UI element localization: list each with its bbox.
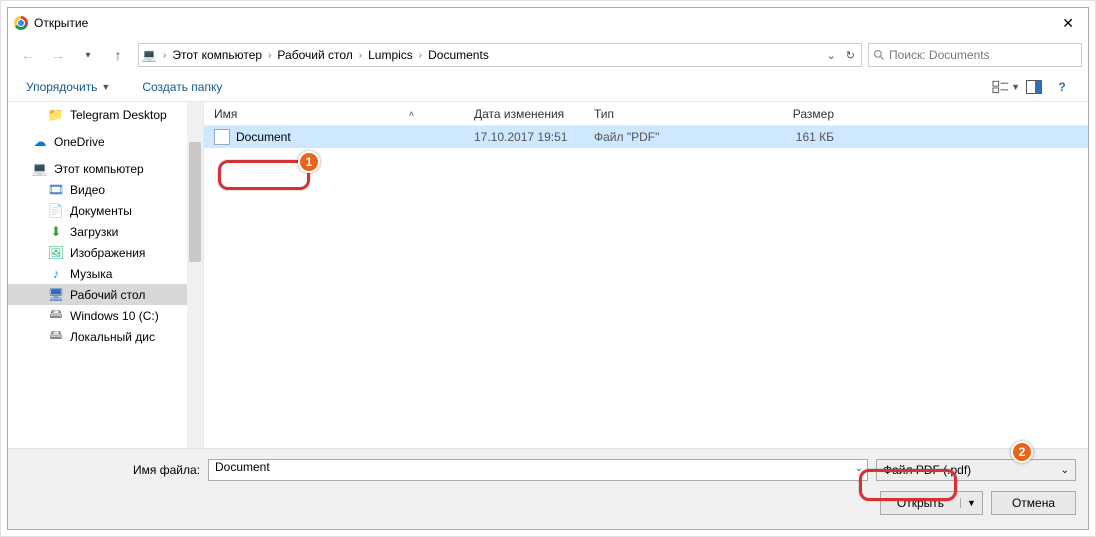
drive-icon: 🖴 bbox=[48, 329, 64, 345]
tree-item[interactable]: 📁Telegram Desktop bbox=[8, 104, 203, 125]
document-icon: 📄 bbox=[48, 203, 64, 219]
col-size[interactable]: Размер bbox=[724, 107, 844, 121]
desktop-icon: 🖥 bbox=[48, 287, 64, 303]
main-area: 📁Telegram Desktop ☁OneDrive 💻Этот компью… bbox=[8, 102, 1088, 448]
pc-icon: 💻 bbox=[32, 161, 48, 177]
bottom-panel: Имя файла: Document ⌄ Файл PDF (.pdf) ⌄ … bbox=[8, 448, 1088, 529]
file-date: 17.10.2017 19:51 bbox=[464, 130, 584, 144]
download-icon: ⬇ bbox=[48, 224, 64, 240]
up-button[interactable]: ↑ bbox=[104, 42, 132, 68]
tree-item-desktop[interactable]: 🖥Рабочий стол bbox=[8, 284, 203, 305]
chrome-icon bbox=[14, 16, 28, 30]
chevron-right-icon: › bbox=[355, 50, 366, 61]
pc-icon: 💻 bbox=[139, 48, 159, 62]
chevron-down-icon: ⌄ bbox=[1061, 465, 1069, 476]
refresh-icon[interactable]: ↻ bbox=[846, 49, 855, 62]
open-split-dropdown[interactable]: ▼ bbox=[960, 498, 982, 508]
tree-item[interactable]: ♪Музыка bbox=[8, 263, 203, 284]
tree-item[interactable]: 🖼Изображения bbox=[8, 242, 203, 263]
folder-icon: 📁 bbox=[48, 107, 64, 123]
new-folder-button[interactable]: Создать папку bbox=[136, 76, 228, 98]
chevron-down-icon[interactable]: ⌄ bbox=[855, 463, 863, 474]
navigation-row: ← → ▾ ↑ 💻 › Этот компьютер › Рабочий сто… bbox=[8, 38, 1088, 72]
recent-dropdown[interactable]: ▾ bbox=[74, 42, 102, 68]
file-type-filter[interactable]: Файл PDF (.pdf) ⌄ bbox=[876, 459, 1076, 481]
image-icon: 🖼 bbox=[48, 245, 64, 261]
chevron-right-icon: › bbox=[264, 50, 275, 61]
tree-item[interactable]: ⬇Загрузки bbox=[8, 221, 203, 242]
column-headers[interactable]: Имя˄ Дата изменения Тип Размер bbox=[204, 102, 1088, 126]
tree-item[interactable]: 🖴Локальный дис bbox=[8, 326, 203, 347]
file-row[interactable]: Document 17.10.2017 19:51 Файл "PDF" 161… bbox=[204, 126, 1088, 148]
drive-icon: 🖴 bbox=[48, 308, 64, 324]
search-placeholder: Поиск: Documents bbox=[889, 48, 990, 62]
filename-input[interactable]: Document ⌄ bbox=[208, 459, 868, 481]
music-icon: ♪ bbox=[48, 266, 64, 282]
open-button[interactable]: Открыть ▼ bbox=[880, 491, 983, 515]
breadcrumb-item[interactable]: Рабочий стол bbox=[275, 48, 354, 62]
chevron-right-icon: › bbox=[415, 50, 426, 61]
sidebar-scrollbar[interactable] bbox=[187, 102, 203, 448]
window-title: Открытие bbox=[34, 16, 88, 30]
tree-item-onedrive[interactable]: ☁OneDrive bbox=[8, 131, 203, 152]
chevron-right-icon: › bbox=[159, 50, 170, 61]
sidebar: 📁Telegram Desktop ☁OneDrive 💻Этот компью… bbox=[8, 102, 204, 448]
sort-indicator-icon: ˄ bbox=[409, 109, 414, 119]
cancel-button[interactable]: Отмена bbox=[991, 491, 1076, 515]
search-input[interactable]: Поиск: Documents bbox=[868, 43, 1082, 67]
organize-menu[interactable]: Упорядочить▼ bbox=[20, 76, 116, 98]
toolbar: Упорядочить▼ Создать папку ▼ ? bbox=[8, 72, 1088, 102]
tree-item[interactable]: 🖴Windows 10 (C:) bbox=[8, 305, 203, 326]
breadcrumb-item[interactable]: Documents bbox=[426, 48, 491, 62]
col-date[interactable]: Дата изменения bbox=[464, 107, 584, 121]
tree-item[interactable]: 📄Документы bbox=[8, 200, 203, 221]
cloud-icon: ☁ bbox=[32, 134, 48, 150]
tree-item[interactable]: 🎞Видео bbox=[8, 179, 203, 200]
titlebar: Открытие ✕ bbox=[8, 8, 1088, 38]
chevron-down-icon[interactable]: ⌄ bbox=[827, 49, 836, 62]
file-name: Document bbox=[236, 130, 291, 144]
open-file-dialog: Открытие ✕ ← → ▾ ↑ 💻 › Этот компьютер › … bbox=[7, 7, 1089, 530]
tree-item-this-pc[interactable]: 💻Этот компьютер bbox=[8, 158, 203, 179]
file-type: Файл "PDF" bbox=[584, 130, 724, 144]
pdf-file-icon bbox=[214, 129, 230, 145]
col-name[interactable]: Имя˄ bbox=[204, 107, 464, 121]
col-type[interactable]: Тип bbox=[584, 107, 724, 121]
help-button[interactable]: ? bbox=[1048, 76, 1076, 98]
forward-button[interactable]: → bbox=[44, 42, 72, 68]
back-button[interactable]: ← bbox=[14, 42, 42, 68]
breadcrumb-item[interactable]: Этот компьютер bbox=[170, 48, 264, 62]
filename-label: Имя файла: bbox=[20, 463, 200, 477]
breadcrumb[interactable]: 💻 › Этот компьютер › Рабочий стол › Lump… bbox=[138, 43, 862, 67]
video-icon: 🎞 bbox=[48, 182, 64, 198]
search-icon bbox=[873, 49, 885, 61]
file-list: Имя˄ Дата изменения Тип Размер Document … bbox=[204, 102, 1088, 448]
view-options-button[interactable]: ▼ bbox=[992, 76, 1020, 98]
preview-pane-button[interactable] bbox=[1020, 76, 1048, 98]
breadcrumb-item[interactable]: Lumpics bbox=[366, 48, 415, 62]
file-size: 161 КБ bbox=[724, 130, 844, 144]
close-button[interactable]: ✕ bbox=[1054, 11, 1082, 36]
